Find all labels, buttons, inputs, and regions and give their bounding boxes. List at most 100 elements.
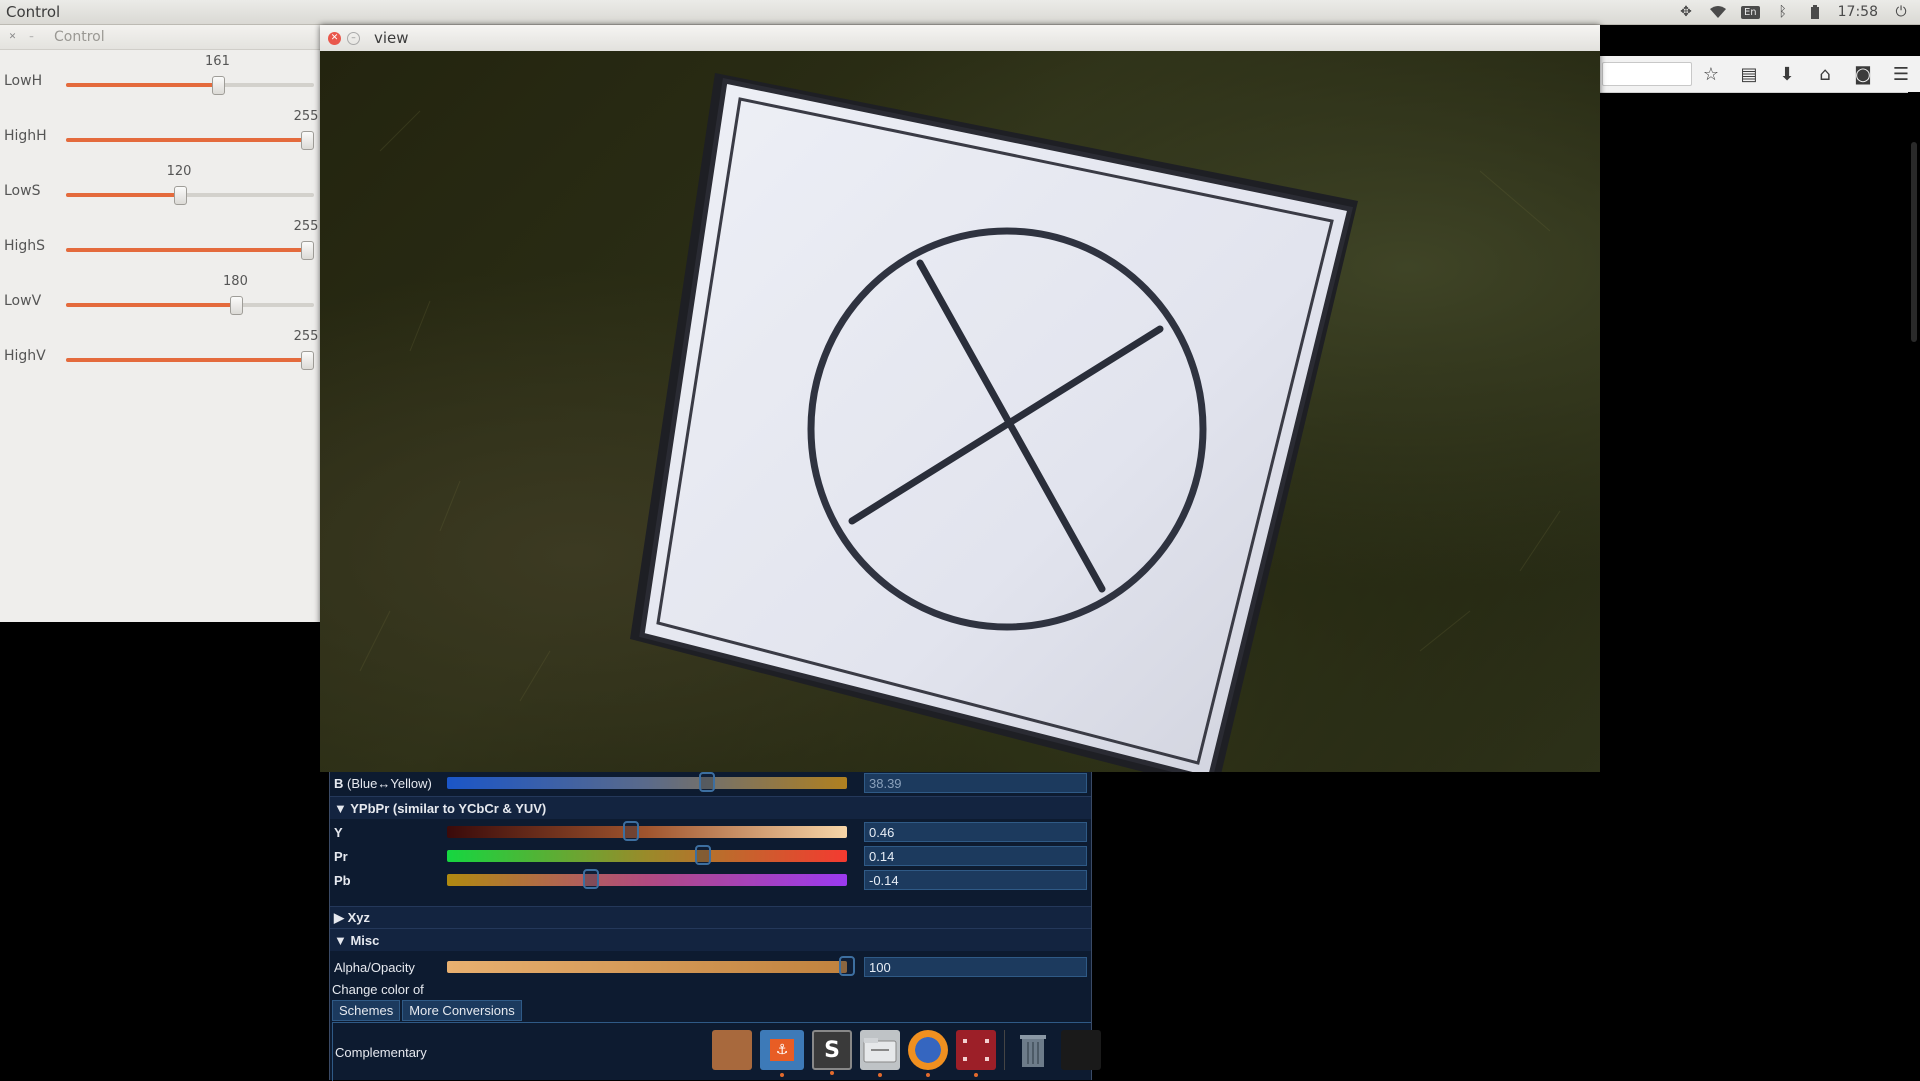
slider-knob[interactable] — [301, 351, 314, 370]
camera-image — [359, 73, 1561, 772]
pocket-icon[interactable]: ◙ — [1844, 64, 1882, 85]
slider-track[interactable] — [66, 296, 314, 315]
active-app-title: Control — [6, 3, 61, 21]
dropbox-icon[interactable]: ✥ — [1677, 4, 1695, 20]
running-indicator — [974, 1073, 978, 1077]
workspace-switcher-icon[interactable] — [1061, 1030, 1101, 1070]
ypbpr-slider[interactable] — [447, 869, 847, 889]
battery-icon[interactable] — [1806, 4, 1824, 20]
alpha-value-input[interactable]: 100 — [864, 957, 1087, 977]
slider-track[interactable] — [66, 131, 314, 150]
ypbpr-slider-knob[interactable] — [623, 821, 639, 841]
ypbpr-slider[interactable] — [447, 821, 847, 841]
slider-knob[interactable] — [301, 241, 314, 260]
slider-knob[interactable] — [174, 186, 188, 205]
slider-row-highs: HighS 255 — [0, 215, 320, 270]
slider-value: 180 — [223, 274, 248, 289]
ypbpr-row-pr: Pr 0.14 — [332, 844, 1089, 868]
ypbpr-section-header[interactable]: ▼ YPbPr (similar to YCbCr & YUV) — [330, 796, 1091, 819]
power-icon[interactable]: ⏻ — [1892, 4, 1910, 20]
tab-more-conversions[interactable]: More Conversions — [402, 1000, 522, 1021]
ypbpr-label: Pr — [334, 848, 348, 864]
close-icon[interactable]: ✕ — [328, 31, 341, 45]
close-icon[interactable]: ✕ — [6, 31, 19, 44]
alpha-slider[interactable] — [447, 956, 855, 976]
slider-fill — [66, 303, 236, 307]
trash-icon[interactable] — [1013, 1030, 1053, 1070]
b-value-input[interactable]: 38.39 — [864, 773, 1087, 793]
scheme-label: Complementary — [335, 1045, 427, 1060]
alpha-slider-knob[interactable] — [839, 956, 855, 976]
ypbpr-slider[interactable] — [447, 845, 847, 865]
reading-list-icon[interactable]: ▤ — [1730, 64, 1768, 85]
b-slider[interactable] — [447, 772, 847, 792]
home-icon[interactable]: ⌂ — [1806, 64, 1844, 85]
view-window: ✕ – view — [320, 25, 1600, 772]
ypbpr-slider-knob[interactable] — [583, 869, 599, 889]
xyz-section-header[interactable]: ▶ Xyz — [330, 906, 1091, 929]
slider-row-lowv: LowV 180 — [0, 270, 320, 325]
ypbpr-slider-knob[interactable] — [695, 845, 711, 865]
search-field[interactable] — [1602, 62, 1692, 86]
menu-icon[interactable]: ☰ — [1882, 64, 1920, 85]
slider-track[interactable] — [66, 241, 314, 260]
browser-toolbar: ☆ ▤ ⬇ ⌂ ◙ ☰ — [1600, 56, 1920, 93]
alpha-label: Alpha/Opacity — [334, 959, 415, 975]
slider-fill — [66, 358, 306, 362]
slider-row-highh: HighH 255 — [0, 105, 320, 160]
running-indicator — [878, 1073, 882, 1077]
ypbpr-row-y: Y 0.46 — [332, 820, 1089, 844]
clock[interactable]: 17:58 — [1838, 4, 1878, 20]
browser-scrollbar[interactable] — [1908, 92, 1920, 1080]
slider-label: LowS — [4, 183, 41, 199]
slider-value: 161 — [205, 54, 230, 69]
view-titlebar: ✕ – view — [320, 25, 1600, 51]
slider-label: LowH — [4, 73, 43, 89]
running-indicator — [830, 1071, 834, 1075]
red-app-icon[interactable] — [956, 1030, 996, 1077]
dock-separator — [1004, 1030, 1005, 1070]
slider-list: LowH 161 HighH 255 LowS 120 HighS 255 LowV 180 Hig… — [0, 50, 320, 380]
ypbpr-row-pb: Pb -0.14 — [332, 868, 1089, 892]
running-indicator — [780, 1073, 784, 1077]
b-label: B — [334, 775, 344, 791]
slider-knob[interactable] — [301, 131, 314, 150]
firefox-icon[interactable] — [908, 1030, 948, 1077]
slider-row-lowh: LowH 161 — [0, 50, 320, 105]
misc-section-header[interactable]: ▼ Misc — [330, 928, 1091, 951]
slider-track[interactable] — [66, 76, 314, 95]
wifi-icon[interactable] — [1709, 4, 1727, 20]
keyboard-layout-indicator[interactable]: En — [1740, 5, 1760, 19]
change-color-label: Change color of — [332, 982, 424, 997]
file-manager-icon[interactable] — [860, 1030, 900, 1077]
minimize-icon[interactable]: – — [25, 31, 38, 44]
slider-knob[interactable] — [212, 76, 226, 95]
slider-track[interactable] — [66, 351, 314, 370]
tab-schemes[interactable]: Schemes — [332, 1000, 401, 1021]
complementary-swatch[interactable] — [712, 1030, 752, 1070]
files-blue-icon[interactable]: ⚓ — [760, 1030, 804, 1077]
slider-value: 255 — [293, 219, 319, 234]
b-sublabel: (Blue↔Yellow) — [347, 775, 432, 791]
bluetooth-icon[interactable]: ᛒ — [1774, 4, 1792, 20]
slider-track[interactable] — [66, 186, 314, 205]
minimize-icon[interactable]: – — [347, 31, 360, 45]
scrollbar-thumb[interactable] — [1911, 142, 1917, 342]
system-top-bar: Control ✥ En ᛒ 17:58 ⏻ — [0, 0, 1920, 25]
control-titlebar: ✕ – Control — [0, 25, 320, 50]
ypbpr-value-input[interactable]: 0.46 — [864, 822, 1087, 842]
tab-bar: Schemes More Conversions — [332, 1000, 524, 1021]
sublime-text-icon[interactable]: S — [812, 1030, 852, 1075]
ypbpr-value-input[interactable]: 0.14 — [864, 846, 1087, 866]
system-tray: ✥ En ᛒ 17:58 ⏻ — [1677, 4, 1920, 20]
ypbpr-label: Pb — [334, 872, 351, 888]
b-slider-knob[interactable] — [699, 772, 715, 792]
ypbpr-value-input[interactable]: -0.14 — [864, 870, 1087, 890]
download-icon[interactable]: ⬇ — [1768, 64, 1806, 85]
anchor-icon: ⚓ — [770, 1039, 794, 1061]
slider-row-lows: LowS 120 — [0, 160, 320, 215]
slider-knob[interactable] — [230, 296, 244, 315]
bookmark-star-icon[interactable]: ☆ — [1692, 64, 1730, 85]
slider-value: 255 — [293, 329, 319, 344]
slider-label: HighS — [4, 238, 46, 254]
